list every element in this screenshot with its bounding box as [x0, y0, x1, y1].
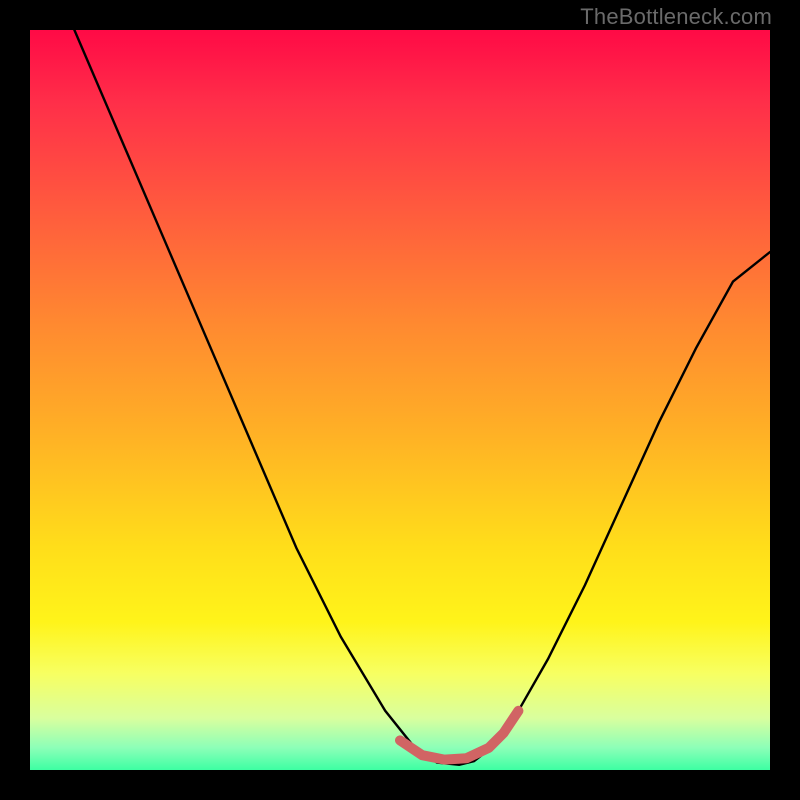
- watermark-text: TheBottleneck.com: [580, 4, 772, 30]
- plot-area: [30, 30, 770, 770]
- bottleneck-highlight: [400, 711, 518, 760]
- curve-svg: [30, 30, 770, 770]
- bottleneck-curve: [74, 30, 770, 765]
- chart-frame: TheBottleneck.com: [0, 0, 800, 800]
